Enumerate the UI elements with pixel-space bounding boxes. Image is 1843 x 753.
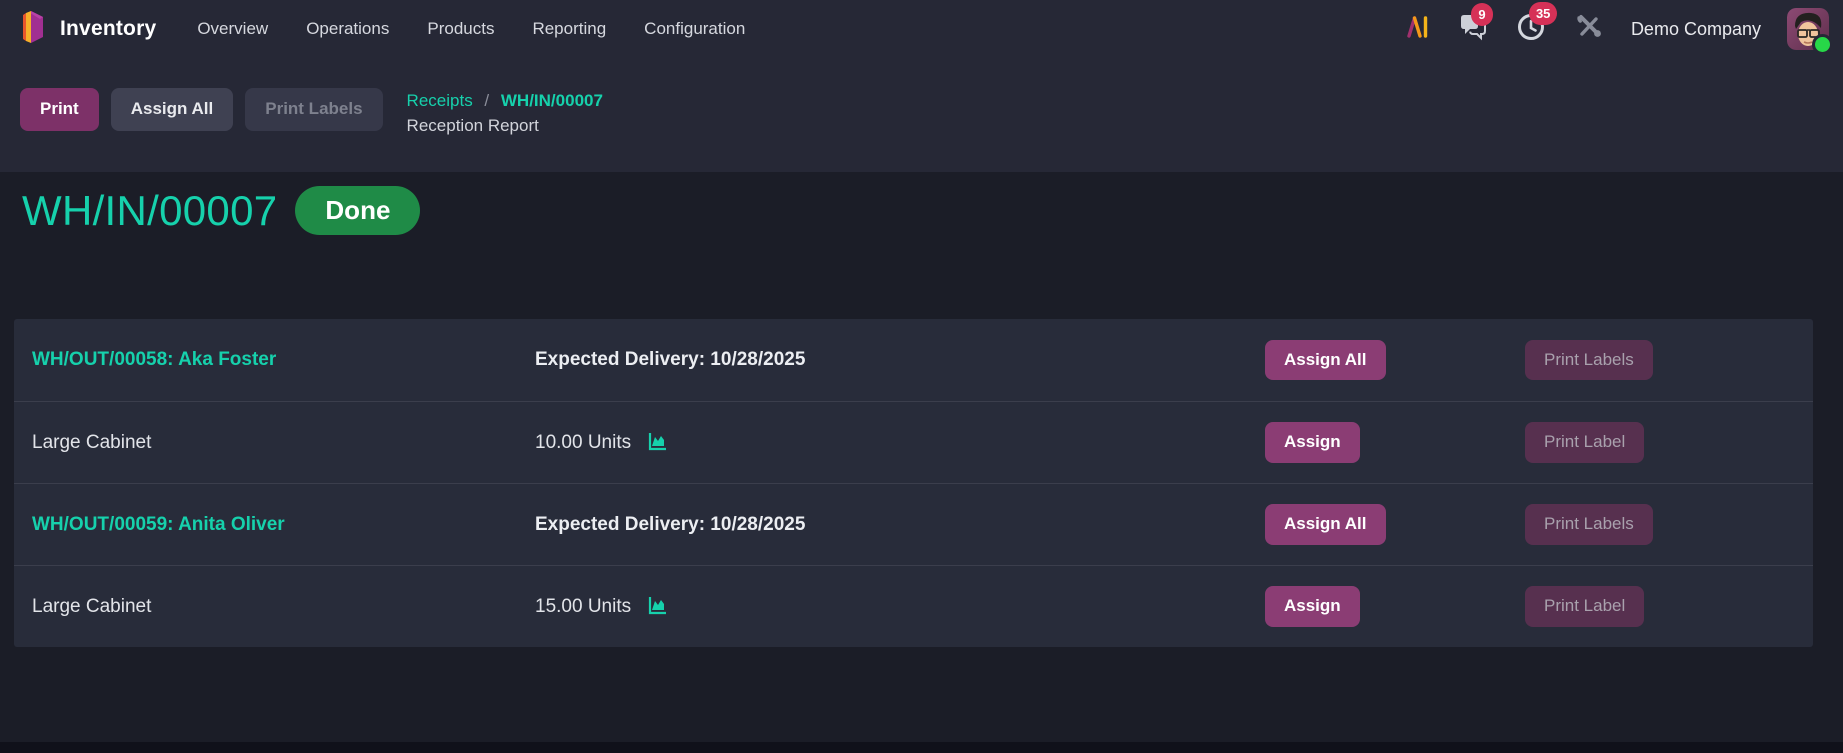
partner-name: Anita Oliver	[178, 513, 285, 535]
assign-all-button[interactable]: Assign All	[110, 88, 234, 131]
title-row: WH/IN/00007 Done	[22, 186, 1843, 235]
status-badge: Done	[295, 186, 421, 235]
control-panel: Print Assign All Print Labels Receipts /…	[0, 58, 1843, 138]
ai-icon	[1404, 14, 1430, 45]
online-status-dot	[1812, 34, 1833, 55]
main-menu: Overview Operations Products Reporting C…	[178, 10, 764, 48]
messages-button[interactable]: 9	[1449, 2, 1497, 52]
print-labels-button[interactable]: Print Labels	[245, 88, 383, 131]
group-assign-all-button[interactable]: Assign All	[1265, 504, 1386, 545]
line-assign-button[interactable]: Assign	[1265, 586, 1360, 627]
partner-name: Aka Foster	[178, 349, 277, 370]
ai-assistant-button[interactable]	[1395, 8, 1439, 51]
print-button[interactable]: Print	[20, 88, 99, 131]
breadcrumb-receipts-link[interactable]: Receipts	[407, 91, 473, 110]
table-row-group-header: WH/OUT/00059: Anita Oliver Expected Deli…	[14, 483, 1813, 565]
line-assign-button[interactable]: Assign	[1265, 422, 1360, 463]
table-row-group-header: WH/OUT/00058: Aka Foster Expected Delive…	[14, 319, 1813, 401]
company-switcher[interactable]: Demo Company	[1621, 19, 1771, 40]
top-navbar: Inventory Overview Operations Products R…	[0, 0, 1843, 58]
table-row-product-line: Large Cabinet 10.00 Units Assign Print L…	[14, 401, 1813, 483]
window-bottom-edge	[0, 742, 1843, 753]
breadcrumb-subtitle: Reception Report	[406, 115, 539, 135]
breadcrumb: Receipts / WH/IN/00007 Reception Report	[407, 88, 603, 138]
product-name: Large Cabinet	[32, 431, 152, 453]
line-print-label-button[interactable]: Print Label	[1525, 586, 1645, 627]
menu-reporting[interactable]: Reporting	[513, 10, 625, 48]
line-print-label-button[interactable]: Print Label	[1525, 422, 1645, 463]
breadcrumb-separator: /	[484, 91, 490, 110]
forecast-report-button[interactable]	[645, 429, 670, 457]
expected-delivery-text: Expected Delivery: 10/28/2025	[535, 513, 806, 535]
menu-products[interactable]: Products	[408, 10, 513, 48]
product-name: Large Cabinet	[32, 595, 152, 617]
quantity-text: 15.00 Units	[535, 595, 632, 617]
main-content: WH/IN/00007 Done WH/OUT/00058: Aka Foste…	[0, 172, 1843, 647]
user-menu-button[interactable]	[1787, 8, 1833, 55]
activities-button[interactable]: 35	[1507, 1, 1558, 53]
page-title: WH/IN/00007	[22, 186, 278, 234]
group-print-labels-button[interactable]: Print Labels	[1525, 504, 1653, 545]
menu-overview[interactable]: Overview	[178, 10, 287, 48]
forecast-report-button[interactable]	[645, 593, 670, 621]
area-chart-icon	[647, 431, 668, 455]
menu-configuration[interactable]: Configuration	[625, 10, 764, 48]
group-assign-all-button[interactable]: Assign All	[1265, 339, 1386, 381]
activities-count-badge: 35	[1528, 1, 1558, 25]
table-row-product-line: Large Cabinet 15.00 Units Assign Print L…	[14, 565, 1813, 647]
app-switcher[interactable]: Inventory	[16, 10, 156, 49]
group-print-labels-button[interactable]: Print Labels	[1525, 339, 1653, 381]
app-name: Inventory	[60, 17, 157, 40]
messages-count-badge: 9	[1470, 2, 1493, 26]
debug-tools-button[interactable]	[1565, 7, 1611, 52]
quantity-text: 10.00 Units	[535, 431, 632, 453]
area-chart-icon	[647, 595, 668, 619]
navbar-systray: 9 35 Demo Company	[1395, 1, 1833, 55]
reception-report-table: WH/OUT/00058: Aka Foster Expected Delive…	[14, 319, 1813, 647]
tools-icon	[1574, 13, 1602, 46]
outgoing-picking-link[interactable]: WH/OUT/00059: Anita Oliver	[32, 514, 285, 536]
menu-operations[interactable]: Operations	[287, 10, 408, 48]
breadcrumb-current[interactable]: WH/IN/00007	[501, 91, 603, 110]
header: Inventory Overview Operations Products R…	[0, 0, 1843, 172]
expected-delivery-text: Expected Delivery: 10/28/2025	[535, 349, 806, 370]
inventory-app-icon	[16, 10, 48, 49]
outgoing-picking-link[interactable]: WH/OUT/00058: Aka Foster	[32, 349, 276, 371]
